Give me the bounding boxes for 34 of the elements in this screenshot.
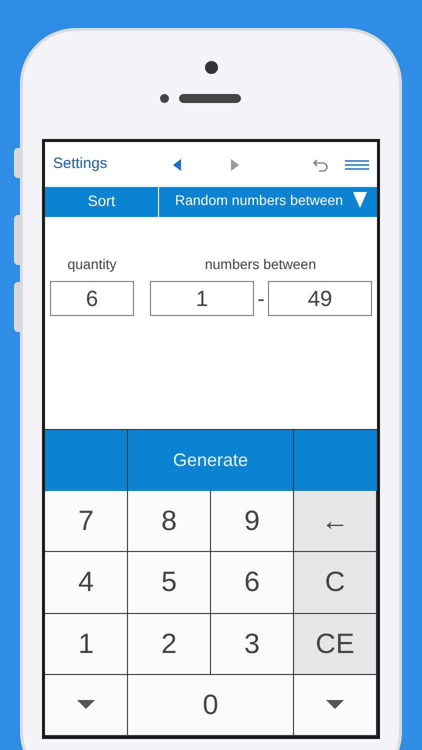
quantity-field[interactable]: 6 <box>50 281 134 316</box>
caret-down-icon <box>353 192 368 208</box>
keypad-key[interactable]: ← <box>294 491 377 552</box>
keypad-key[interactable]: 4 <box>45 552 128 614</box>
back-arrow-icon[interactable] <box>173 158 181 170</box>
mode-dropdown[interactable]: Random numbers between <box>159 187 377 217</box>
undo-icon[interactable] <box>313 158 329 172</box>
camera-icon <box>204 61 218 74</box>
range-separator: - <box>256 285 266 313</box>
keypad-key[interactable]: 3 <box>211 614 294 675</box>
keypad-key[interactable]: 8 <box>128 491 211 552</box>
settings-link[interactable]: Settings <box>53 153 165 176</box>
keypad-key[interactable]: CE <box>294 614 377 675</box>
quantity-label: quantity <box>66 255 118 274</box>
keypad-key[interactable]: 0 <box>128 674 294 736</box>
dropdown-key[interactable] <box>45 674 128 736</box>
to-field[interactable]: 49 <box>268 281 372 316</box>
generate-button[interactable]: Generate <box>128 430 294 492</box>
dropdown-key[interactable] <box>294 674 377 736</box>
from-field[interactable]: 1 <box>150 281 254 316</box>
caret-down-icon <box>77 700 95 710</box>
sensor-icon <box>160 94 168 103</box>
caret-down-icon <box>326 700 344 710</box>
sort-button[interactable]: Sort <box>45 187 159 217</box>
menu-icon[interactable] <box>345 160 369 170</box>
keypad-key[interactable]: 9 <box>211 491 294 552</box>
keypad-key[interactable]: 7 <box>45 491 128 552</box>
speaker-icon <box>178 94 240 103</box>
keypad-key[interactable]: 5 <box>128 552 211 614</box>
keypad-key[interactable]: 1 <box>45 614 128 675</box>
keypad-key[interactable]: C <box>294 552 377 614</box>
keypad-key[interactable]: 2 <box>128 614 211 675</box>
keypad-key[interactable]: 6 <box>211 552 294 614</box>
range-label: numbers between <box>204 255 318 274</box>
